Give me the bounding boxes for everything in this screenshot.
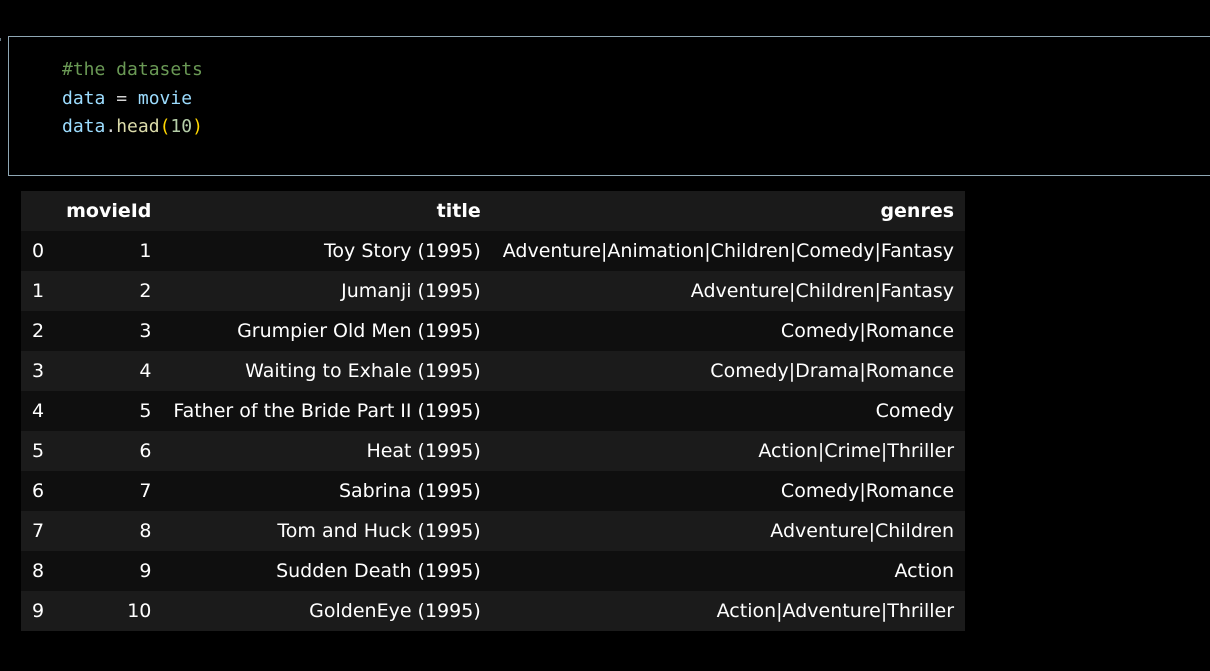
code-editor-lines[interactable]: #the datasets data = movie data.head(10)	[62, 56, 203, 142]
movieid-cell: 2	[139, 280, 152, 302]
genres-cell: Comedy	[875, 400, 955, 422]
genres-cell: Action|Adventure|Thriller	[716, 600, 955, 622]
title-cell: Heat (1995)	[366, 440, 481, 462]
title-cell: Waiting to Exhale (1995)	[245, 360, 481, 382]
row-index-cell: 3	[32, 360, 45, 382]
row-index-cell: 8	[32, 560, 45, 582]
title-column-header: title	[162, 191, 492, 231]
title-cell: Grumpier Old Men (1995)	[237, 320, 481, 342]
table-row: 6 7 Sabrina (1995) Comedy|Romance	[21, 471, 966, 511]
table-row: 5 6 Heat (1995) Action|Crime|Thriller	[21, 431, 966, 471]
genres-cell: Comedy|Romance	[780, 320, 955, 342]
title-cell: Toy Story (1995)	[324, 240, 481, 262]
table-row: 2 3 Grumpier Old Men (1995) Comedy|Romance	[21, 311, 966, 351]
title-cell: Tom and Huck (1995)	[277, 520, 481, 542]
movieid-cell: 7	[139, 480, 152, 502]
genres-cell: Action|Crime|Thriller	[758, 440, 955, 462]
movieid-column-header: movieId	[55, 191, 163, 231]
cell-collapse-marker	[0, 38, 4, 41]
code-token-num: 10	[170, 116, 193, 137]
title-cell: Sudden Death (1995)	[276, 560, 481, 582]
table-row: 3 4 Waiting to Exhale (1995) Comedy|Drama|R…	[21, 351, 966, 391]
table-row: 7 8 Tom and Huck (1995) Adventure|Children	[21, 511, 966, 551]
row-index-cell: 7	[32, 520, 45, 542]
dataframe-table: movieId title genres 0 1 Toy Story (1995) A…	[21, 191, 966, 631]
code-token-paren: )	[192, 116, 203, 137]
movieid-cell: 3	[139, 320, 152, 342]
row-index-cell: 5	[32, 440, 45, 462]
index-column-header	[21, 191, 56, 231]
row-index-cell: 0	[32, 240, 45, 262]
movieid-cell: 8	[139, 520, 152, 542]
genres-cell: Adventure|Children	[770, 520, 955, 542]
genres-cell: Action	[894, 560, 955, 582]
movieid-cell: 9	[139, 560, 152, 582]
code-line: data = movie	[62, 85, 203, 114]
title-cell: Father of the Bride Part II (1995)	[173, 400, 481, 422]
movieid-cell: 5	[139, 400, 152, 422]
code-token-op: .	[105, 116, 117, 137]
genres-cell: Comedy|Romance	[780, 480, 955, 502]
code-cell-editor[interactable]: #the datasets data = movie data.head(10)	[8, 36, 1210, 176]
code-line: #the datasets	[62, 56, 203, 85]
row-index-cell: 6	[32, 480, 45, 502]
code-token-func: head	[116, 116, 160, 137]
code-line: data.head(10)	[62, 113, 203, 142]
code-token-var: movie	[137, 87, 193, 109]
genres-column-header: genres	[491, 191, 966, 231]
row-index-cell: 9	[32, 600, 45, 622]
movieid-cell: 6	[139, 440, 152, 462]
code-token-op: =	[105, 87, 138, 109]
code-token-var: data	[62, 116, 106, 137]
table-row: 1 2 Jumanji (1995) Adventure|Children|Fanta…	[21, 271, 966, 311]
title-cell: Jumanji (1995)	[341, 280, 481, 302]
cell-output: movieId title genres 0 1 Toy Story (1995) A…	[21, 191, 966, 631]
movieid-cell: 4	[139, 360, 152, 382]
genres-cell: Adventure|Animation|Children|Comedy|Fant…	[502, 240, 955, 262]
row-index-cell: 2	[32, 320, 45, 342]
genres-cell: Adventure|Children|Fantasy	[690, 280, 955, 302]
table-row: 0 1 Toy Story (1995) Adventure|Animation|Ch…	[21, 231, 966, 271]
title-cell: GoldenEye (1995)	[309, 600, 481, 622]
table-header-row: movieId title genres	[21, 191, 966, 231]
movieid-cell: 10	[127, 600, 152, 622]
row-index-cell: 4	[32, 400, 45, 422]
code-token-var: data	[62, 87, 106, 109]
code-token-comment: #the datasets	[62, 59, 203, 80]
table-row: 8 9 Sudden Death (1995) Action	[21, 551, 966, 591]
row-index-cell: 1	[32, 280, 45, 302]
title-cell: Sabrina (1995)	[338, 480, 481, 502]
table-row: 9 10 GoldenEye (1995) Action|Adventure|Thri…	[21, 591, 966, 631]
table-row: 4 5 Father of the Bride Part II (1995) Come…	[21, 391, 966, 431]
movieid-cell: 1	[139, 240, 152, 262]
genres-cell: Comedy|Drama|Romance	[710, 360, 955, 382]
code-token-paren: (	[159, 116, 171, 137]
